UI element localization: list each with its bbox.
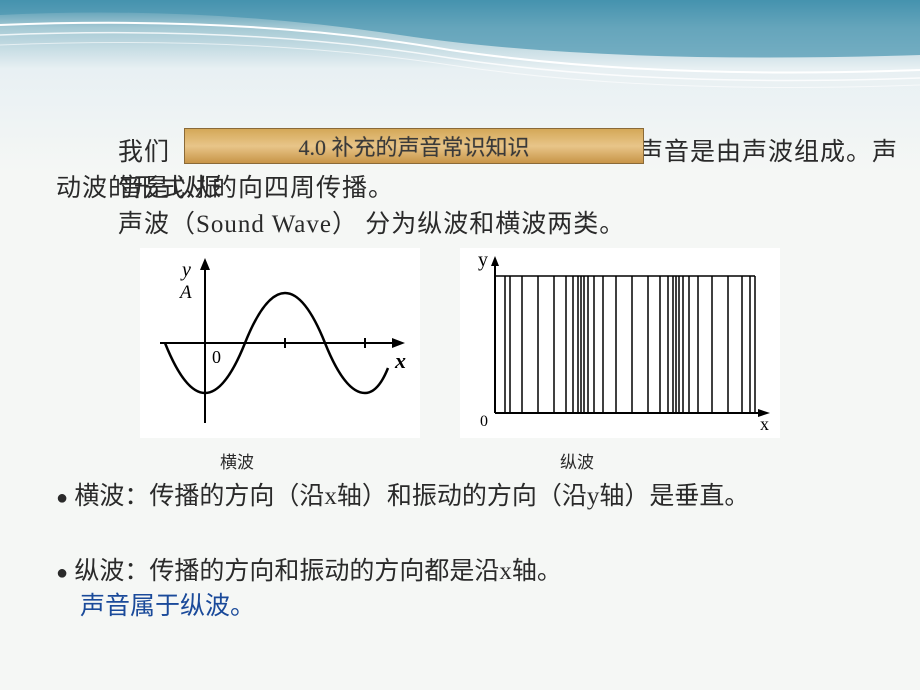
transverse-definition: 横波：传播的方向（沿x轴）和振动的方向（沿y轴）是垂直。 <box>68 483 749 510</box>
bullet-icon: ● <box>56 487 68 509</box>
origin-label-2: 0 <box>480 413 488 430</box>
x-axis-label-2: x <box>760 414 769 434</box>
conclusion-text: 声音属于纵波。 <box>80 590 255 624</box>
transverse-wave-diagram: y A 0 x <box>140 248 420 438</box>
origin-label: 0 <box>212 347 221 367</box>
y-axis-label: y <box>180 259 191 281</box>
text-before-banner: 我们 <box>118 139 170 166</box>
amplitude-label: A <box>178 282 192 303</box>
banner-text: 4.0 补充的声音常识知识 <box>298 130 529 162</box>
diagram-container: y A 0 x y <box>140 248 780 438</box>
title-banner: 4.0 补充的声音常识知识 <box>184 128 644 164</box>
bullet-transverse: ● 横波：传播的方向（沿x轴）和振动的方向（沿y轴）是垂直。 <box>56 480 856 515</box>
caption-transverse: 横波 <box>220 448 254 473</box>
longitudinal-wave-diagram: y <box>460 248 780 438</box>
decorative-swoosh <box>0 0 920 120</box>
x-axis-label: x <box>394 348 406 373</box>
caption-longitudinal: 纵波 <box>560 448 594 473</box>
bullet-icon: ● <box>56 562 68 584</box>
y-axis-label-2: y <box>478 249 488 271</box>
paragraph-line3: 声波（Sound Wave） 分为纵波和横波两类。 <box>118 204 625 240</box>
paragraph-line2: 动波的形式从的向四周传播。 <box>56 168 394 204</box>
longitudinal-definition: 纵波：传播的方向和振动的方向都是沿x轴。 <box>68 558 562 585</box>
bullet-longitudinal: ● 纵波：传播的方向和振动的方向都是沿x轴。 <box>56 555 562 590</box>
